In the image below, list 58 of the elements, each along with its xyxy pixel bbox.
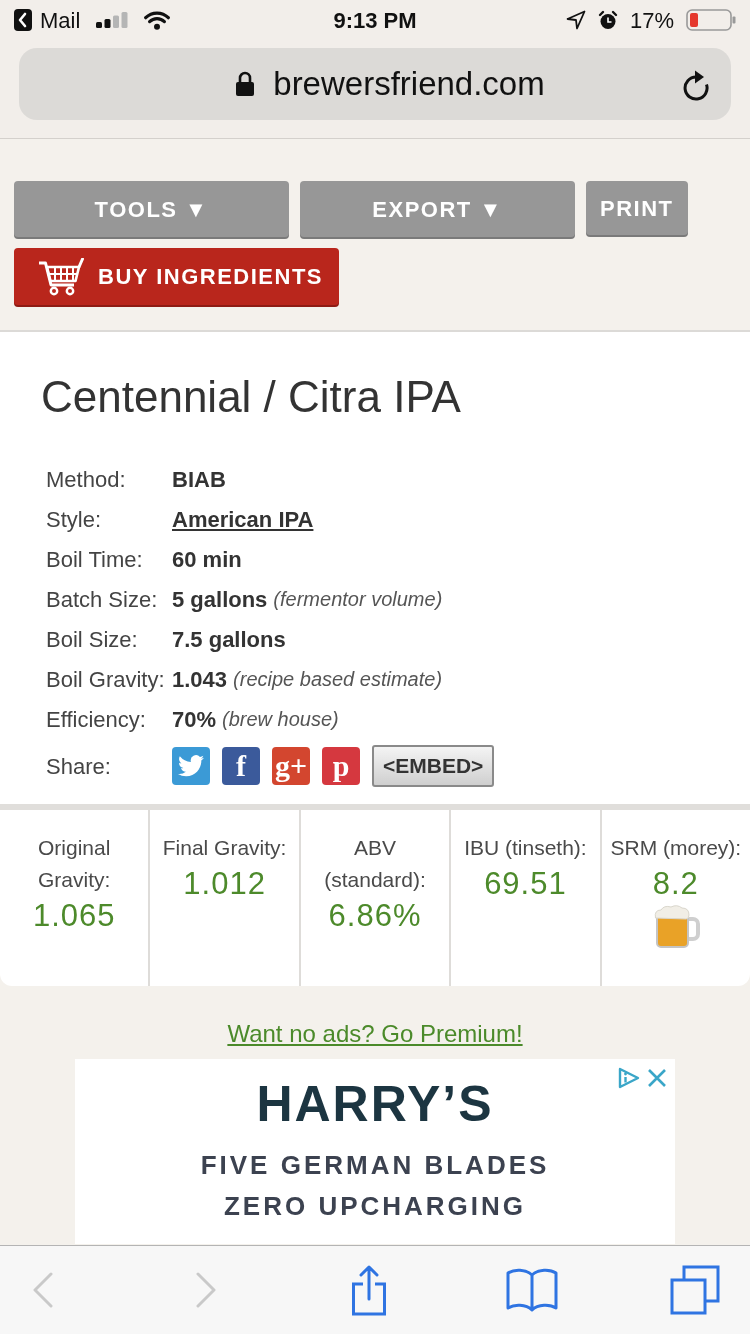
bird-icon (178, 755, 204, 777)
detail-label: Method: (46, 465, 127, 494)
share-button[interactable] (172, 747, 210, 785)
cart-icon (38, 257, 84, 296)
share-icon[interactable] (351, 1264, 387, 1316)
share-label: Share: (46, 752, 112, 781)
recipe-title: Centennial / Citra IPA (41, 371, 461, 423)
stat-value: 6.86% (328, 897, 422, 935)
book-icon[interactable] (506, 1267, 558, 1313)
stat-label: Original Gravity: (37, 835, 112, 893)
detail-value: 60 min (172, 545, 242, 574)
tabs-icon[interactable] (670, 1265, 720, 1315)
detail-label: Batch Size: (46, 585, 159, 614)
wifi-icon (144, 10, 171, 30)
style-link[interactable]: American IPA (172, 502, 314, 536)
detail-label: Boil Size: (46, 625, 139, 654)
embed-button[interactable]: <EMBED> (372, 745, 495, 787)
detail-label: Boil Gravity: (46, 665, 166, 694)
ad-tagline: ZERO UPCHARGING (223, 1190, 527, 1223)
back-icon (14, 9, 32, 31)
signal-bars-icon (96, 12, 129, 28)
battery-icon (686, 9, 736, 31)
detail-value: 1.043 (172, 665, 228, 694)
ad-headline: HARRY’S (256, 1077, 494, 1131)
stat-value: 1.065 (32, 897, 116, 935)
detail-note: (brew house) (222, 707, 339, 732)
detail-label: Style: (46, 505, 103, 534)
battery-percent: 17% (629, 6, 674, 35)
lock-icon (235, 71, 256, 97)
ad-tagline: FIVE GERMAN BLADES (200, 1149, 550, 1182)
detail-value: BIAB (172, 465, 226, 494)
detail-value: 7.5 gallons (172, 625, 286, 654)
status-time: 9:13 PM (333, 6, 417, 35)
stat-value: 1.012 (183, 865, 266, 903)
alarm-clock-icon (597, 10, 618, 30)
back-to-app-link[interactable]: Mail (14, 3, 81, 37)
detail-label: Boil Time: (46, 545, 144, 574)
stat-value: 8.2 (652, 865, 699, 903)
share-button[interactable]: f (222, 747, 260, 785)
detail-note: (recipe based estimate) (233, 667, 443, 692)
stat-label: SRM (morey): (610, 835, 742, 861)
buy-ingredients-button[interactable]: BUY INGREDIENTS (14, 248, 339, 305)
url-text: brewersfriend.com (273, 64, 545, 105)
detail-label: Efficiency: (46, 705, 147, 734)
stat-label: Final Gravity: (162, 835, 287, 861)
address-bar[interactable]: brewersfriend.com (19, 48, 731, 120)
stat-label: IBU (tinseth): (464, 835, 587, 861)
premium-link[interactable]: Want no ads? Go Premium! (227, 1020, 523, 1047)
share-button[interactable]: g+ (272, 747, 310, 785)
detail-value: 70% (172, 705, 217, 734)
share-button[interactable]: p (322, 747, 360, 785)
stat-label: ABV (standard): (323, 835, 427, 893)
close-icon[interactable] (647, 1068, 667, 1088)
stat-value: 69.51 (484, 865, 567, 903)
info-triangle-icon[interactable] (617, 1067, 641, 1089)
location-arrow-icon (565, 10, 586, 30)
detail-value: 5 gallons (172, 585, 268, 614)
detail-note: (fermentor volume) (273, 587, 443, 612)
